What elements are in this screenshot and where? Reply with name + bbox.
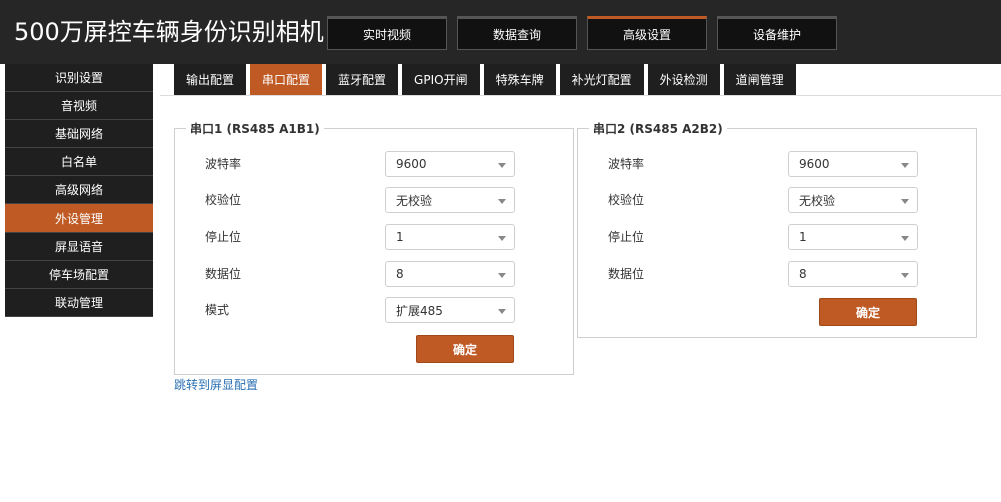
- tab-special-plate[interactable]: 特殊车牌: [483, 64, 556, 95]
- serial2-row-stopbit: 停止位 1: [578, 224, 976, 250]
- serial2-stopbit-select[interactable]: 1: [788, 224, 918, 250]
- chevron-down-icon: [498, 199, 506, 204]
- header-bar: 500万屏控车辆身份识别相机 实时视频 数据查询 高级设置 设备维护: [0, 0, 1001, 64]
- chevron-down-icon: [901, 236, 909, 241]
- chevron-down-icon: [498, 163, 506, 168]
- tab-bluetooth-config[interactable]: 蓝牙配置: [326, 64, 399, 95]
- serial1-baud-select[interactable]: 9600: [385, 151, 515, 177]
- tab-gpio-gate[interactable]: GPIO开闸: [402, 64, 480, 95]
- serial1-legend: 串口1 (RS485 A1B1): [186, 120, 324, 137]
- serial2-baud-value: 9600: [799, 157, 830, 171]
- tab-peripheral-check[interactable]: 外设检测: [647, 64, 720, 95]
- serial2-row-baud: 波特率 9600: [578, 151, 976, 177]
- sidebar-item-audio-video[interactable]: 音视频: [5, 92, 153, 121]
- serial2-parity-select[interactable]: 无校验: [788, 187, 918, 213]
- sidebar-item-linkage[interactable]: 联动管理: [5, 289, 153, 317]
- chevron-down-icon: [901, 163, 909, 168]
- serial1-baud-label: 波特率: [205, 157, 242, 171]
- serial1-baud-value: 9600: [396, 157, 427, 171]
- serial1-mode-label: 模式: [205, 303, 230, 317]
- serial1-stopbit-value: 1: [396, 230, 404, 244]
- serial1-row-stopbit: 停止位 1: [175, 224, 573, 250]
- sidebar-item-whitelist[interactable]: 白名单: [5, 148, 153, 177]
- serial2-confirm-button[interactable]: 确定: [819, 298, 917, 326]
- serial1-confirm-button[interactable]: 确定: [416, 335, 514, 363]
- top-nav-data-query[interactable]: 数据查询: [457, 16, 577, 50]
- tab-output-config[interactable]: 输出配置: [174, 64, 247, 95]
- serial1-stopbit-select[interactable]: 1: [385, 224, 515, 250]
- serial1-row-databit: 数据位 8: [175, 261, 573, 287]
- serial2-parity-value: 无校验: [799, 193, 836, 208]
- serial1-panel: 串口1 (RS485 A1B1) 波特率 9600 校验位 无校验 停止位 1 …: [174, 120, 574, 375]
- serial2-stopbit-value: 1: [799, 230, 807, 244]
- tab-barrier-gate[interactable]: 道闸管理: [723, 64, 796, 95]
- screen-display-config-link[interactable]: 跳转到屏显配置: [174, 376, 258, 393]
- app-title: 500万屏控车辆身份识别相机: [14, 18, 324, 46]
- tab-serial-config[interactable]: 串口配置: [250, 64, 323, 95]
- sidebar-item-peripheral[interactable]: 外设管理: [5, 204, 153, 233]
- top-nav: 实时视频 数据查询 高级设置 设备维护: [327, 16, 847, 50]
- sidebar-item-screen-voice[interactable]: 屏显语音: [5, 233, 153, 261]
- serial2-legend: 串口2 (RS485 A2B2): [589, 120, 727, 137]
- serial2-baud-label: 波特率: [608, 157, 645, 171]
- serial1-databit-value: 8: [396, 267, 404, 281]
- subtab-divider: [160, 95, 1001, 96]
- serial2-databit-select[interactable]: 8: [788, 261, 918, 287]
- serial2-panel: 串口2 (RS485 A2B2) 波特率 9600 校验位 无校验 停止位 1 …: [577, 120, 977, 338]
- serial1-row-parity: 校验位 无校验: [175, 187, 573, 213]
- tab-fill-light[interactable]: 补光灯配置: [559, 64, 644, 95]
- serial1-databit-select[interactable]: 8: [385, 261, 515, 287]
- serial1-stopbit-label: 停止位: [205, 230, 242, 244]
- chevron-down-icon: [901, 273, 909, 278]
- serial2-databit-value: 8: [799, 267, 807, 281]
- chevron-down-icon: [498, 273, 506, 278]
- sidebar-item-basic-network[interactable]: 基础网络: [5, 120, 153, 149]
- serial1-mode-value: 扩展485: [396, 303, 443, 318]
- serial2-parity-label: 校验位: [608, 193, 645, 207]
- serial2-stopbit-label: 停止位: [608, 230, 645, 244]
- sidebar: 识别设置 音视频 基础网络 白名单 高级网络 外设管理 屏显语音 停车场配置 联…: [5, 64, 153, 317]
- serial1-parity-value: 无校验: [396, 193, 433, 208]
- serial2-baud-select[interactable]: 9600: [788, 151, 918, 177]
- chevron-down-icon: [498, 309, 506, 314]
- serial1-parity-label: 校验位: [205, 193, 242, 207]
- chevron-down-icon: [498, 236, 506, 241]
- sidebar-item-parking[interactable]: 停车场配置: [5, 261, 153, 289]
- serial1-row-mode: 模式 扩展485: [175, 297, 573, 323]
- sidebar-item-advanced-network[interactable]: 高级网络: [5, 176, 153, 205]
- top-nav-device-maintenance[interactable]: 设备维护: [717, 16, 837, 50]
- serial2-row-databit: 数据位 8: [578, 261, 976, 287]
- serial2-row-parity: 校验位 无校验: [578, 187, 976, 213]
- top-nav-advanced-settings[interactable]: 高级设置: [587, 16, 707, 50]
- serial1-databit-label: 数据位: [205, 267, 242, 281]
- serial1-row-baud: 波特率 9600: [175, 151, 573, 177]
- subtabs: 输出配置 串口配置 蓝牙配置 GPIO开闸 特殊车牌 补光灯配置 外设检测 道闸…: [174, 64, 800, 95]
- serial2-databit-label: 数据位: [608, 267, 645, 281]
- chevron-down-icon: [901, 199, 909, 204]
- top-nav-live-video[interactable]: 实时视频: [327, 16, 447, 50]
- serial1-mode-select[interactable]: 扩展485: [385, 297, 515, 323]
- serial1-parity-select[interactable]: 无校验: [385, 187, 515, 213]
- sidebar-item-recognition[interactable]: 识别设置: [5, 64, 153, 93]
